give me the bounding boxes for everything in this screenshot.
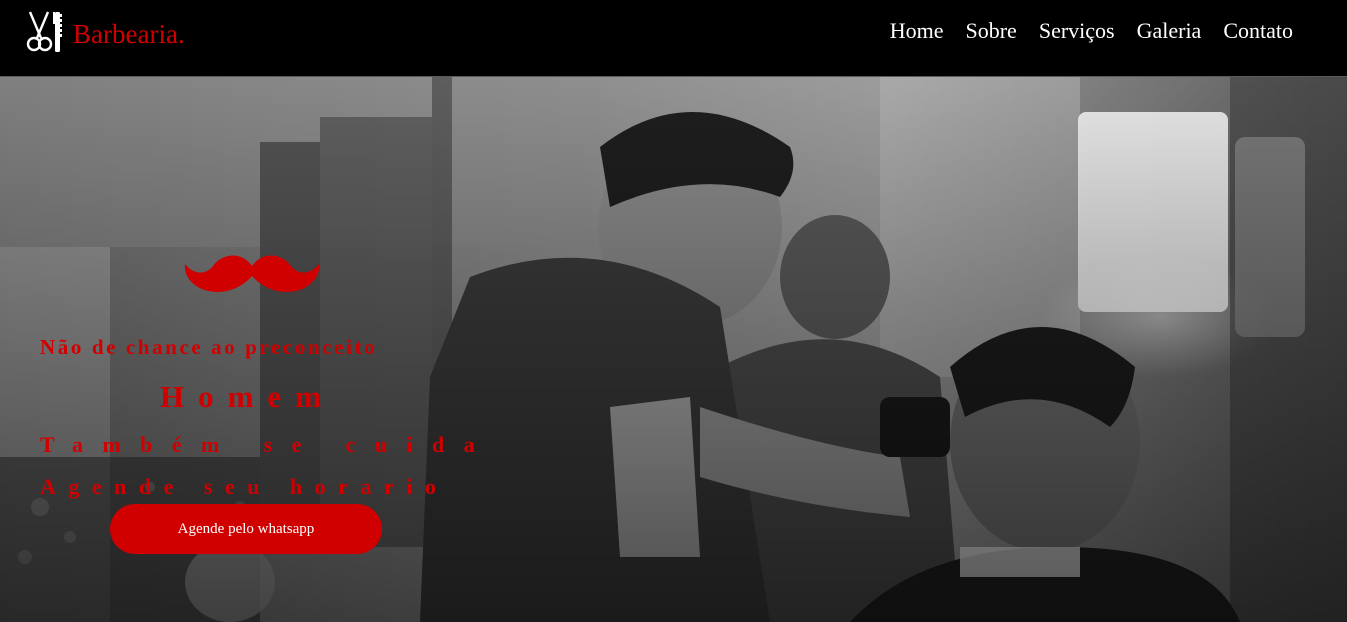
brand-name: Barbearia. xyxy=(73,18,185,49)
brand-logo[interactable]: Barbearia. xyxy=(24,10,185,54)
hero-tagline-3: Também se cuida xyxy=(40,432,494,457)
site-header: Barbearia. Home Sobre Serviços Galeria C… xyxy=(0,0,1347,77)
scissors-comb-icon xyxy=(26,11,62,52)
mustache-icon xyxy=(184,255,320,292)
whatsapp-booking-button[interactable]: Agende pelo whatsapp xyxy=(110,504,382,554)
hero-tagline-2: Homem xyxy=(160,379,336,414)
nav-link-home[interactable]: Home xyxy=(890,18,944,44)
nav-link-sobre[interactable]: Sobre xyxy=(966,18,1017,44)
hero-tagline-4: Agende seu horario xyxy=(40,474,449,499)
nav-link-galeria[interactable]: Galeria xyxy=(1137,18,1202,44)
nav-link-servicos[interactable]: Serviços xyxy=(1039,18,1115,44)
nav-link-contato[interactable]: Contato xyxy=(1223,18,1293,44)
hero-tagline-1: Não de chance ao preconceito xyxy=(40,335,378,359)
main-nav: Home Sobre Serviços Galeria Contato xyxy=(868,18,1293,44)
